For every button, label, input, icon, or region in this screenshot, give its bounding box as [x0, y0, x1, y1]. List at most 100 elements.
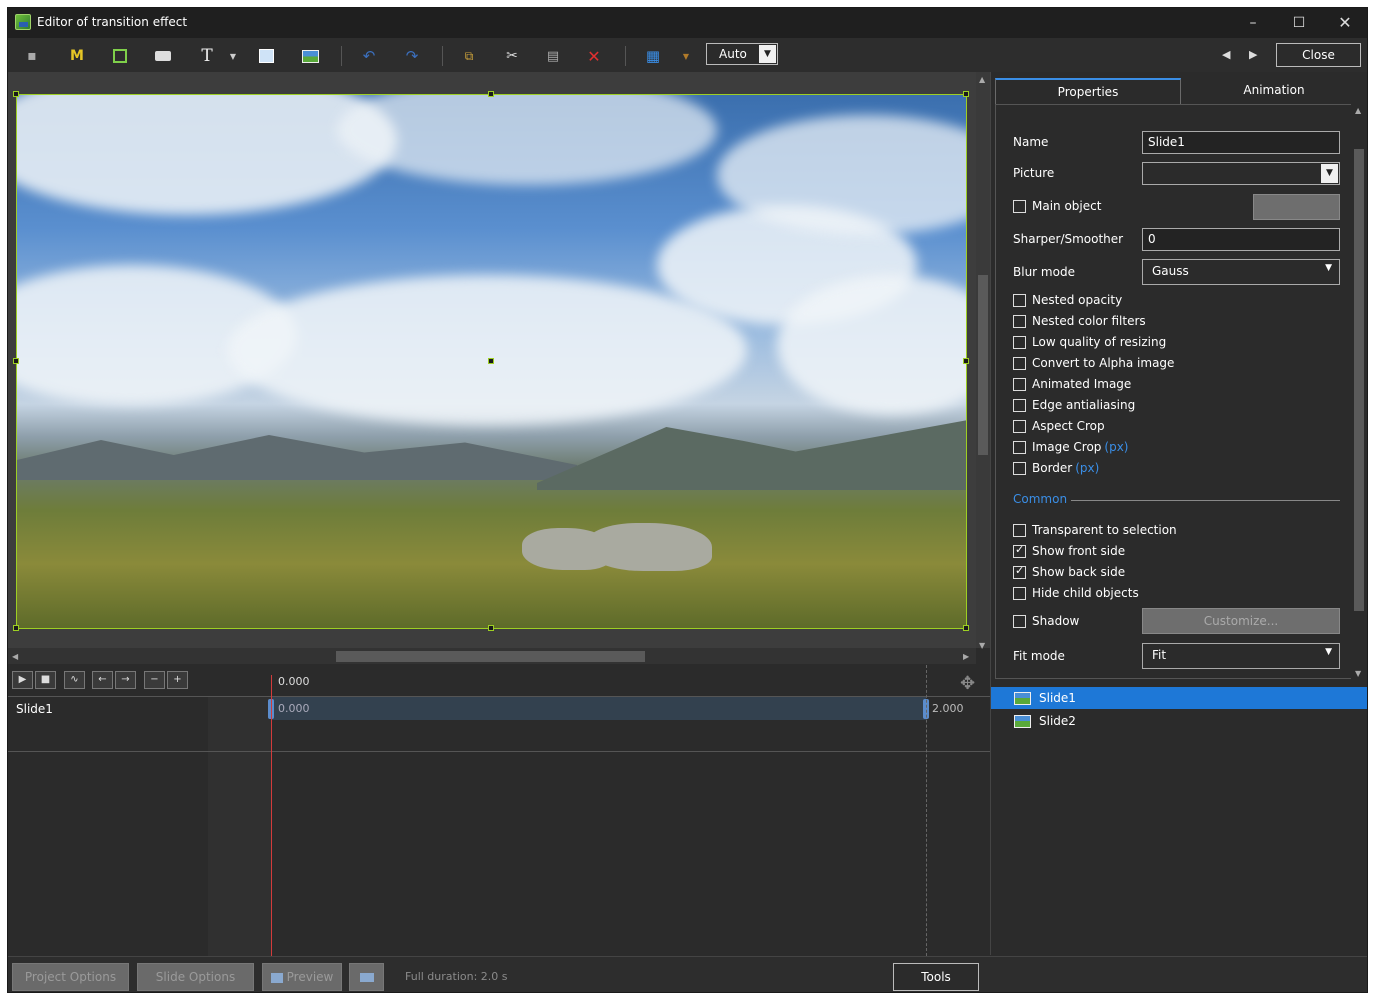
sharper-field[interactable]: 0 — [1142, 228, 1340, 251]
close-button[interactable]: Close — [1276, 43, 1361, 67]
zoom-out-button[interactable]: − — [144, 671, 165, 689]
zoom-select[interactable]: Auto ▼ — [706, 43, 778, 65]
start-time: 0.000 — [278, 702, 310, 715]
monitor-icon — [359, 973, 374, 982]
border-checkbox[interactable]: Border (px) — [1013, 461, 1099, 475]
common-section-label: Common — [1013, 492, 1068, 506]
tab-animation[interactable]: Animation — [1181, 78, 1367, 104]
preview-label: Preview — [286, 970, 334, 984]
image-icon — [1014, 714, 1031, 728]
playhead[interactable] — [271, 675, 272, 956]
preview-button[interactable]: Preview — [262, 963, 342, 991]
paste-icon[interactable]: ▤ — [544, 47, 562, 65]
copy-icon[interactable]: ⧉ — [460, 47, 478, 65]
image-crop-checkbox[interactable]: Image Crop (px) — [1013, 440, 1129, 454]
minimize-button[interactable]: – — [1230, 8, 1276, 38]
step-forward-button[interactable]: → — [115, 671, 136, 689]
timeline-track[interactable] — [271, 697, 926, 720]
list-item[interactable]: Slide2 — [991, 710, 1367, 732]
edge-antialiasing-checkbox[interactable]: Edge antialiasing — [1013, 398, 1135, 412]
list-item-label: Slide1 — [1039, 691, 1076, 705]
blur-mode-value: Gauss — [1152, 264, 1189, 278]
center-handle[interactable] — [488, 358, 494, 364]
track-label[interactable]: Slide1 — [16, 702, 53, 716]
text-dropdown-icon[interactable]: ▼ — [224, 47, 242, 65]
grid-icon[interactable]: ▦ — [644, 47, 662, 65]
transparent-selection-checkbox[interactable]: Transparent to selection — [1013, 523, 1177, 537]
bottom-bar: Project Options Slide Options Preview Fu… — [8, 956, 1367, 992]
main-object-color-button[interactable] — [1253, 194, 1340, 220]
rectangle-icon[interactable] — [257, 47, 275, 65]
resize-handle[interactable] — [963, 358, 969, 364]
frame-icon[interactable] — [111, 47, 129, 65]
redo-icon[interactable]: ↷ — [403, 47, 421, 65]
main-object-label: Main object — [1032, 199, 1102, 213]
step-back-button[interactable]: ← — [92, 671, 113, 689]
picture-select[interactable]: ▼ — [1142, 162, 1340, 185]
list-item[interactable]: Slide1 — [991, 687, 1367, 709]
resize-handle[interactable] — [963, 625, 969, 631]
screen-button[interactable] — [349, 963, 384, 991]
delete-icon[interactable]: ✕ — [585, 47, 603, 66]
next-arrow-icon[interactable]: ▶ — [1249, 48, 1257, 61]
project-options-button[interactable]: Project Options — [12, 963, 129, 991]
undo-icon[interactable]: ↶ — [360, 47, 378, 65]
show-back-side-checkbox[interactable]: Show back side — [1013, 564, 1125, 579]
canvas-area[interactable] — [8, 72, 976, 648]
fit-mode-select[interactable]: Fit ▼ — [1142, 643, 1340, 669]
tab-properties[interactable]: Properties — [995, 78, 1181, 104]
chevron-down-icon: ▼ — [1325, 647, 1332, 657]
text-icon[interactable]: T — [198, 46, 216, 66]
image-icon[interactable] — [301, 47, 319, 65]
hide-child-objects-checkbox[interactable]: Hide child objects — [1013, 586, 1139, 600]
grid-dropdown-icon[interactable]: ▼ — [677, 47, 695, 65]
blur-mode-label: Blur mode — [1013, 265, 1075, 279]
previous-arrow-icon[interactable]: ◀ — [1222, 48, 1230, 61]
zoom-in-button[interactable]: + — [167, 671, 188, 689]
play-button[interactable]: ▶ — [12, 671, 33, 689]
chevron-down-icon: ▼ — [759, 45, 776, 63]
customize-button[interactable]: Customize... — [1142, 608, 1340, 634]
checkbox-icon — [1013, 199, 1026, 213]
canvas-horizontal-scrollbar[interactable]: ◀ ▶ — [8, 648, 976, 664]
name-field[interactable]: Slide1 — [1142, 131, 1340, 154]
resize-handle[interactable] — [13, 358, 19, 364]
tools-button[interactable]: Tools — [893, 963, 979, 991]
maximize-button[interactable]: ☐ — [1276, 8, 1322, 38]
app-icon — [15, 14, 31, 30]
sharper-label: Sharper/Smoother — [1013, 232, 1124, 246]
picture-label: Picture — [1013, 166, 1055, 180]
shadow-checkbox[interactable]: Shadow — [1013, 614, 1079, 628]
mask-icon[interactable]: M — [68, 47, 86, 65]
convert-alpha-checkbox[interactable]: Convert to Alpha image — [1013, 356, 1174, 370]
cut-icon[interactable]: ✂ — [503, 47, 521, 65]
canvas-vertical-scrollbar[interactable]: ▲ ▼ — [976, 72, 990, 650]
main-object-checkbox[interactable]: Main object — [1013, 199, 1101, 213]
preview-icon — [270, 972, 283, 983]
resize-handle[interactable] — [13, 91, 19, 97]
nested-opacity-checkbox[interactable]: Nested opacity — [1013, 293, 1122, 307]
low-quality-resizing-checkbox[interactable]: Low quality of resizing — [1013, 335, 1166, 349]
slide-options-button[interactable]: Slide Options — [137, 963, 254, 991]
resize-handle[interactable] — [488, 91, 494, 97]
blur-mode-select[interactable]: Gauss ▼ — [1142, 259, 1340, 285]
aspect-crop-checkbox[interactable]: Aspect Crop — [1013, 419, 1105, 433]
animated-image-checkbox[interactable]: Animated Image — [1013, 377, 1131, 391]
zoom-select-value: Auto — [719, 47, 747, 61]
fit-mode-value: Fit — [1152, 648, 1167, 662]
properties-scrollbar[interactable]: ▲ ▼ — [1351, 104, 1367, 679]
nested-color-filters-checkbox[interactable]: Nested color filters — [1013, 314, 1146, 328]
camera-icon[interactable]: ▪ — [23, 47, 41, 65]
stop-button[interactable]: ■ — [35, 671, 56, 689]
resize-handle[interactable] — [13, 625, 19, 631]
show-front-side-checkbox[interactable]: Show front side — [1013, 543, 1125, 558]
text-box-icon[interactable] — [154, 47, 172, 65]
resize-handle[interactable] — [963, 91, 969, 97]
window-close-button[interactable]: ✕ — [1322, 8, 1367, 38]
waveform-button[interactable]: ∿ — [64, 671, 85, 689]
resize-handle[interactable] — [488, 625, 494, 631]
move-icon[interactable]: ✥ — [960, 673, 975, 694]
window-title: Editor of transition effect — [37, 15, 188, 29]
timeline[interactable]: ▶ ■ ∿ ← → − + 0.000 ✥ Slide1 0.000 2.000 — [8, 665, 990, 956]
list-item-label: Slide2 — [1039, 714, 1076, 728]
